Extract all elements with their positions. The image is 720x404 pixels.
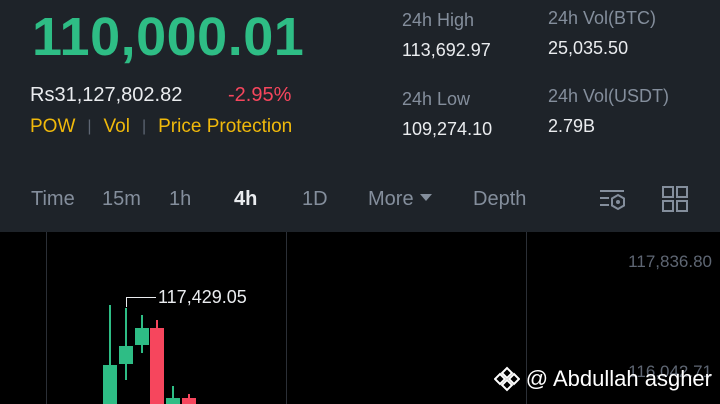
tab-1h[interactable]: 1h [169,188,191,211]
candle-up [103,305,117,404]
vol-btc-value: 25,035.50 [548,38,629,58]
vol-btc-label: 24h Vol(BTC) [548,8,657,28]
high-value: 113,692.97 [402,40,491,60]
high-label: 24h High [402,10,475,30]
tag-vol[interactable]: Vol [104,116,130,138]
watermark: @ Abdullah asgher [493,366,712,392]
price-axis-label-top: 117,836.80 [628,252,712,271]
low-value: 109,274.10 [402,119,493,139]
tab-15m[interactable]: 15m [102,188,141,211]
high-marker-line [126,297,156,298]
chart-settings-icon[interactable] [598,184,628,214]
vol-usdt-label: 24h Vol(USDT) [548,86,670,106]
fiat-price: Rs31,127,802.82 [30,84,183,106]
kline-chart[interactable]: 117,836.80 116,042.71 117,429.05 @ Abdul… [0,232,720,404]
grid-line [46,232,47,404]
candle-down [182,394,196,404]
grid-layout-icon[interactable] [660,184,690,214]
tag-pow[interactable]: POW [30,116,75,138]
tab-time[interactable]: Time [31,188,75,211]
low-label: 24h Low [402,89,471,109]
ticker-header: 110,000.01 Rs31,127,802.82 -2.95% POW | … [0,0,720,232]
caret-down-icon [419,194,432,202]
tab-1d[interactable]: 1D [302,188,328,211]
tag-list: POW | Vol | Price Protection [30,116,292,138]
tag-separator: | [141,118,147,135]
tab-4h[interactable]: 4h [234,188,257,211]
tab-more-label: More [368,188,414,210]
grid-line [286,232,287,404]
candle-up [166,386,180,404]
high-marker-label: 117,429.05 [158,287,247,307]
price-change-percent: -2.95% [228,84,292,106]
last-price: 110,000.01 [32,7,305,67]
tab-depth[interactable]: Depth [473,188,526,211]
candle-up [119,308,133,380]
vol-usdt-value: 2.79B [548,116,596,136]
binance-logo-icon [493,366,520,392]
candle-up [135,315,149,353]
high-marker-line [126,297,127,307]
candle-down [150,320,164,404]
watermark-text: @ Abdullah asgher [525,366,712,391]
tab-more[interactable]: More [368,188,432,211]
tag-separator: | [87,118,92,135]
tag-price-protection[interactable]: Price Protection [158,116,292,138]
